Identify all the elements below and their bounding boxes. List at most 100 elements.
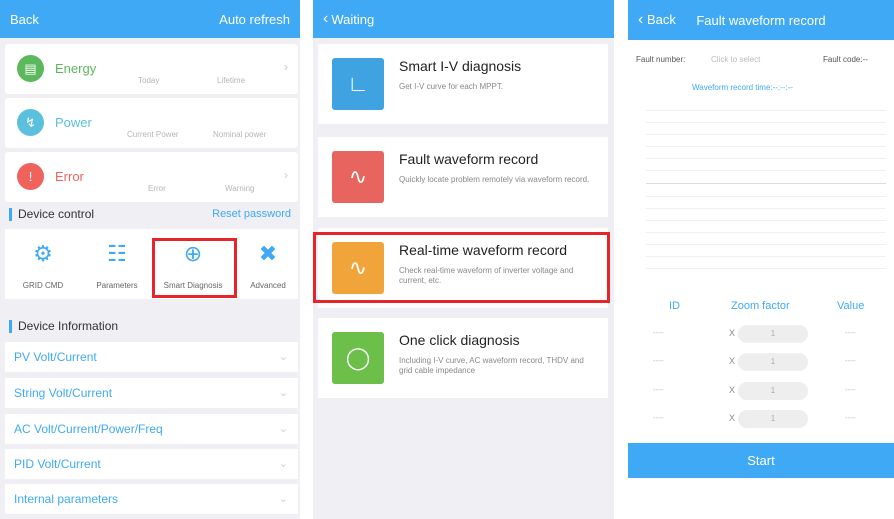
fault-code-label: Fault code:-- <box>823 55 868 64</box>
table-row: ---- X 1 ---- <box>638 382 888 400</box>
back-button[interactable]: Back <box>10 12 39 27</box>
waiting-back-button[interactable]: Waiting <box>331 12 374 27</box>
energy-card[interactable]: ▤ Energy Today Lifetime › <box>5 44 298 94</box>
fault-waveform-screen: ‹ Back Fault waveform record Fault numbe… <box>628 0 894 478</box>
grid-cmd-button[interactable]: ⚙ GRID CMD <box>13 237 73 290</box>
row-id: ---- <box>653 413 664 422</box>
power-label: Power <box>55 115 92 130</box>
table-row: ---- X 1 ---- <box>638 325 888 343</box>
top-bar: ‹ Waiting <box>313 0 614 38</box>
diagnosis-screen: ‹ Waiting ∟ Smart I-V diagnosis Get I-V … <box>313 0 614 519</box>
grid-line <box>646 170 886 171</box>
fault-waveform-card[interactable]: ∿ Fault waveform record Quickly locate p… <box>318 137 608 217</box>
info-row[interactable]: String Volt/Current ⌄ <box>5 378 298 408</box>
card-title: Smart I-V diagnosis <box>399 58 522 74</box>
magnifier-icon: ◯ <box>332 332 384 384</box>
parameters-label: Parameters <box>96 281 138 290</box>
zero-line <box>646 183 886 184</box>
chevron-down-icon: ⌄ <box>278 458 288 470</box>
error-label: Error <box>55 169 84 184</box>
fault-wave-icon: ∿ <box>332 151 384 203</box>
chevron-down-icon: ⌄ <box>278 351 288 363</box>
row-value: ---- <box>845 328 856 337</box>
grid-line <box>646 196 886 197</box>
power-card[interactable]: ↯ Power Current Power Nominal power <box>5 98 298 148</box>
chevron-down-icon: ⌄ <box>278 423 288 435</box>
power-current: Current Power <box>127 130 179 139</box>
device-information-heading: Device Information <box>9 320 118 333</box>
row-value: ---- <box>845 385 856 394</box>
zoom-factor-input[interactable]: 1 <box>738 353 808 371</box>
energy-label: Energy <box>55 61 97 76</box>
x-label: X <box>729 356 736 366</box>
row-id: ---- <box>653 328 664 337</box>
sliders-icon: ☷ <box>107 241 127 266</box>
alert-icon: ! <box>17 163 44 190</box>
lightning-icon: ↯ <box>17 109 44 136</box>
error-count: Error <box>148 184 166 193</box>
card-description: Get I-V curve for each MPPT. <box>399 82 504 91</box>
grid-line <box>646 134 886 135</box>
highlight-box <box>313 232 610 303</box>
info-row-label: String Volt/Current <box>14 386 113 400</box>
grid-line <box>646 208 886 209</box>
record-time-label: Waveform record time:--:--:-- <box>692 83 794 92</box>
chevron-down-icon: ⌄ <box>278 387 288 399</box>
col-id-header: ID <box>669 300 680 312</box>
info-row[interactable]: Internal parameters ⌄ <box>5 484 298 514</box>
advanced-label: Advanced <box>250 281 286 290</box>
grid-line <box>646 110 886 111</box>
grid-line <box>646 220 886 221</box>
chevron-down-icon: ⌄ <box>278 493 288 505</box>
zoom-factor-input[interactable]: 1 <box>738 325 808 343</box>
card-description: Including I-V curve, AC waveform record,… <box>399 356 584 375</box>
top-bar: ‹ Back Fault waveform record <box>628 0 894 40</box>
row-id: ---- <box>653 385 664 394</box>
chevron-left-icon: ‹ <box>638 11 644 28</box>
x-label: X <box>729 328 736 338</box>
zoom-factor-input[interactable]: 1 <box>738 382 808 400</box>
grid-line <box>646 256 886 257</box>
energy-lifetime: Lifetime <box>217 76 246 85</box>
info-row[interactable]: PV Volt/Current ⌄ <box>5 342 298 372</box>
col-value-header: Value <box>837 300 865 312</box>
auto-refresh-button[interactable]: Auto refresh <box>219 12 290 27</box>
chevron-right-icon: › <box>284 60 288 74</box>
back-button[interactable]: ‹ Back <box>638 11 676 29</box>
card-title: One click diagnosis <box>399 332 520 348</box>
advanced-button[interactable]: ✖ Advanced <box>238 237 298 290</box>
energy-icon: ▤ <box>17 55 44 82</box>
top-bar: Back Auto refresh <box>0 0 300 38</box>
warning-count: Warning <box>225 184 255 193</box>
grid-line <box>646 158 886 159</box>
power-nominal: Nominal power <box>213 130 267 139</box>
row-id: ---- <box>653 356 664 365</box>
info-row-label: PV Volt/Current <box>14 350 97 364</box>
tools-icon: ✖ <box>258 241 278 266</box>
x-label: X <box>729 385 736 395</box>
parameters-button[interactable]: ☷ Parameters <box>87 237 147 290</box>
grid-line <box>646 232 886 233</box>
start-button[interactable]: Start <box>628 443 894 478</box>
energy-today: Today <box>138 76 160 85</box>
info-row-label: AC Volt/Current/Power/Freq <box>14 422 163 436</box>
reset-password-link[interactable]: Reset password <box>212 208 291 220</box>
zoom-factor-input[interactable]: 1 <box>738 410 808 428</box>
highlight-box <box>152 238 237 298</box>
device-control-heading: Device control <box>9 208 94 221</box>
grid-line <box>646 268 886 269</box>
info-row[interactable]: PID Volt/Current ⌄ <box>5 449 298 479</box>
device-screen: Back Auto refresh ▤ Energy Today Lifetim… <box>0 0 300 519</box>
smart-iv-card[interactable]: ∟ Smart I-V diagnosis Get I-V curve for … <box>318 44 608 124</box>
info-row-label: PID Volt/Current <box>14 457 101 471</box>
info-row[interactable]: AC Volt/Current/Power/Freq ⌄ <box>5 414 298 444</box>
table-row: ---- X 1 ---- <box>638 410 888 428</box>
row-value: ---- <box>845 413 856 422</box>
one-click-card[interactable]: ◯ One click diagnosis Including I-V curv… <box>318 318 608 398</box>
col-zoom-header: Zoom factor <box>731 300 790 312</box>
chevron-left-icon[interactable]: ‹ <box>323 10 328 28</box>
error-card[interactable]: ! Error Error Warning › <box>5 152 298 202</box>
card-description: Quickly locate problem remotely via wave… <box>399 175 590 184</box>
fault-number-select[interactable]: Click to select <box>711 55 760 64</box>
card-title: Fault waveform record <box>399 151 539 167</box>
